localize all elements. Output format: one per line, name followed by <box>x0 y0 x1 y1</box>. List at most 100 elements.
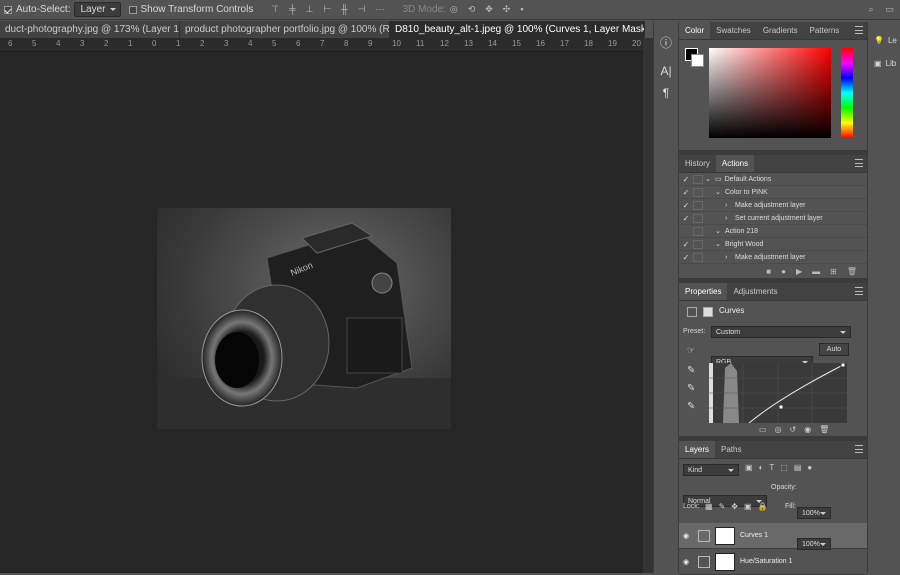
align-center-icon[interactable]: ╫ <box>341 4 347 15</box>
layer-mask-thumbnail[interactable] <box>715 552 735 571</box>
eye-icon[interactable]: ◉ <box>679 532 693 540</box>
type-filter-icon[interactable]: T <box>769 463 774 472</box>
character-icon[interactable]: A| <box>654 60 678 82</box>
3d-slide-icon[interactable]: ✣ <box>503 4 511 15</box>
tab-d810-beauty[interactable]: D810_beauty_alt-1.jpeg @ 100% (Curves 1,… <box>390 21 645 38</box>
align-bottom-icon[interactable]: ⊥ <box>306 4 314 15</box>
fill-input[interactable]: 100% <box>797 538 831 550</box>
new-action-icon[interactable]: ⊞ <box>830 267 837 276</box>
shape-filter-icon[interactable]: ⬚ <box>780 463 788 472</box>
color-picker-field[interactable] <box>709 48 831 138</box>
stop-icon[interactable]: ■ <box>766 267 771 276</box>
chevron-down-icon[interactable]: ⌄ <box>715 188 725 196</box>
action-row[interactable]: ✓ ⌄ ▭ Default Actions <box>679 173 867 186</box>
mask-icon[interactable] <box>703 307 713 317</box>
show-transform-checkbox[interactable] <box>128 5 137 14</box>
reset-icon[interactable]: ↺ <box>790 425 797 434</box>
lock-transparent-icon[interactable]: ▦ <box>705 502 713 511</box>
auto-select-checkbox[interactable] <box>4 5 12 14</box>
tab-gradients[interactable]: Gradients <box>757 22 804 39</box>
checkmark-icon[interactable]: ✓ <box>679 201 693 210</box>
target-adjust-icon[interactable]: ☞ <box>687 345 695 356</box>
canvas-scrollbar[interactable] <box>643 38 653 573</box>
hue-slider[interactable] <box>841 48 853 138</box>
preset-dropdown[interactable]: Custom <box>711 326 851 338</box>
align-right-icon[interactable]: ⊣ <box>358 4 366 15</box>
workspace-icon[interactable]: ▭ <box>885 4 894 15</box>
dialog-toggle-box[interactable] <box>693 174 703 184</box>
panel-menu-icon[interactable] <box>855 159 863 167</box>
auto-button[interactable]: Auto <box>819 343 849 356</box>
eyedropper-gray-icon[interactable]: ✎ <box>687 383 695 394</box>
dialog-toggle-box[interactable] <box>693 226 703 236</box>
filter-toggle-icon[interactable]: ● <box>807 463 812 472</box>
checkmark-icon[interactable]: ✓ <box>679 253 693 262</box>
chevron-down-icon[interactable]: ⌄ <box>715 240 725 248</box>
layer-mask-thumbnail[interactable] <box>715 526 735 545</box>
paragraph-icon[interactable]: ¶ <box>654 82 678 104</box>
3d-pan-icon[interactable]: ✥ <box>485 4 493 15</box>
checkmark-icon[interactable]: ✓ <box>679 214 693 223</box>
record-icon[interactable]: ● <box>781 267 786 276</box>
action-row[interactable]: ✓ ⌄ Color to PINK <box>679 186 867 199</box>
artboard-lock-icon[interactable]: ▣ <box>744 502 752 511</box>
align-top-icon[interactable]: ⊤ <box>271 4 279 15</box>
lock-all-icon[interactable]: 🔒 <box>758 502 768 511</box>
checkmark-icon[interactable]: ✓ <box>679 240 693 249</box>
layer-row-hue-saturation[interactable]: ◉ Hue/Saturation 1 <box>679 549 867 575</box>
eyedropper-white-icon[interactable]: ✎ <box>687 401 695 412</box>
dialog-toggle-box[interactable] <box>693 200 703 210</box>
chevron-down-icon[interactable]: ⌄ <box>715 227 725 235</box>
chevron-right-icon[interactable]: › <box>725 215 735 222</box>
background-swatch[interactable] <box>691 54 704 67</box>
tab-paths[interactable]: Paths <box>715 441 747 458</box>
adjustment-filter-icon[interactable]: ◐ <box>759 463 764 472</box>
3d-scale-icon[interactable]: ▪ <box>520 4 523 15</box>
tab-layers[interactable]: Layers <box>679 441 716 458</box>
tab-adjustments[interactable]: Adjustments <box>727 283 783 300</box>
checkmark-icon[interactable]: ✓ <box>679 175 693 184</box>
dialog-toggle-box[interactable] <box>693 252 703 262</box>
align-middle-icon[interactable]: ╪ <box>289 4 295 15</box>
eyedropper-black-icon[interactable]: ✎ <box>687 365 695 376</box>
tab-product-photography[interactable]: duct-photography.jpg @ 173% (Layer 1, RG… <box>0 21 180 38</box>
tab-history[interactable]: History <box>679 155 716 172</box>
tab-actions[interactable]: Actions <box>715 155 755 172</box>
play-icon[interactable]: ▶ <box>796 267 802 276</box>
tab-properties[interactable]: Properties <box>679 283 728 300</box>
layer-row-curves[interactable]: ◉ Curves 1 <box>679 523 867 549</box>
camera-photo[interactable]: Nikon <box>157 208 451 429</box>
chevron-right-icon[interactable]: › <box>725 202 735 209</box>
align-left-icon[interactable]: ⊢ <box>323 4 331 15</box>
dialog-toggle-box[interactable] <box>693 213 703 223</box>
learn-button[interactable]: 💡 Le <box>868 36 900 45</box>
action-row[interactable]: ✓ › Set current adjustment layer <box>679 212 867 225</box>
info-icon[interactable]: ⓘ <box>654 32 678 54</box>
auto-select-dropdown[interactable]: Layer <box>74 2 121 17</box>
eye-icon[interactable]: ◉ <box>679 558 693 566</box>
new-set-icon[interactable]: ▬ <box>812 267 820 276</box>
lock-image-icon[interactable]: ✎ <box>719 502 726 511</box>
clip-to-layer-icon[interactable]: ▭ <box>759 425 767 434</box>
action-row[interactable]: ✓ ⌄ Bright Wood <box>679 238 867 251</box>
trash-icon[interactable]: 🗑 <box>819 425 829 434</box>
smart-object-filter-icon[interactable]: ▤ <box>794 463 802 472</box>
pixel-filter-icon[interactable]: ▣ <box>745 463 753 472</box>
checkmark-icon[interactable]: ✓ <box>679 188 693 197</box>
filter-kind-dropdown[interactable]: Kind <box>683 464 739 476</box>
opacity-input[interactable]: 100% <box>797 507 831 519</box>
panel-menu-icon[interactable] <box>855 287 863 295</box>
3d-roll-icon[interactable]: ⟲ <box>468 4 476 15</box>
dialog-toggle-box[interactable] <box>693 239 703 249</box>
libraries-button[interactable]: ▣ Lib <box>868 59 900 68</box>
3d-rotate-icon[interactable]: ◎ <box>450 4 458 15</box>
lock-position-icon[interactable]: ✥ <box>731 502 738 511</box>
tab-product-photographer-portfolio[interactable]: product photographer portfolio.jpg @ 100… <box>180 21 390 38</box>
action-row[interactable]: ⌄ Action 218 <box>679 225 867 238</box>
chevron-right-icon[interactable]: › <box>725 254 735 261</box>
view-previous-icon[interactable]: ◎ <box>775 425 782 434</box>
distribute-icon[interactable]: ⋯ <box>375 4 384 15</box>
action-row[interactable]: ✓ › Make adjustment layer <box>679 251 867 264</box>
search-icon[interactable]: ⌕ <box>868 4 873 15</box>
curves-graph[interactable] <box>709 363 847 423</box>
